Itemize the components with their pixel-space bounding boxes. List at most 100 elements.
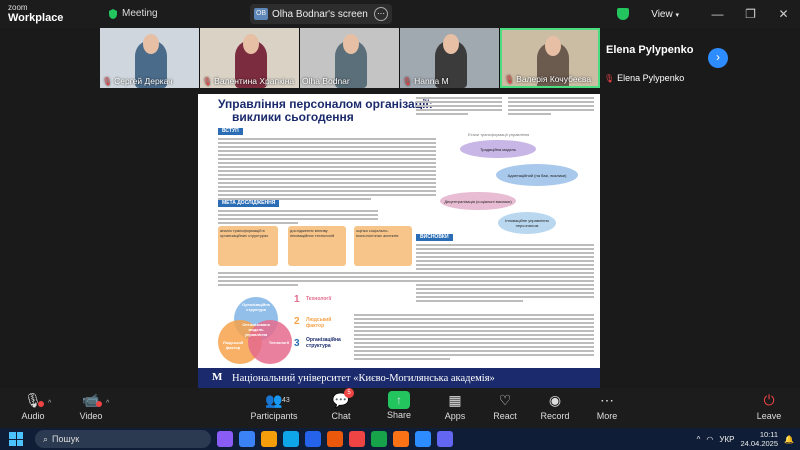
meeting-controls: 🎙 ^ Audio 📹 ^ Video 👥 43 Participants 💬 5 Ch…	[0, 388, 800, 428]
acrobat-icon[interactable]	[349, 431, 365, 447]
header-text-right	[508, 97, 594, 117]
active-speaker-name: Elena Pylypenko	[606, 44, 694, 56]
teams-icon[interactable]	[437, 431, 453, 447]
apps-icon: ▦	[448, 392, 462, 408]
goal-box-1-text: аналіз трансформацій в організаційних ст…	[220, 228, 269, 238]
apps-button[interactable]: ▦ Apps	[430, 390, 480, 421]
record-button[interactable]: ◉ Record	[530, 390, 580, 421]
view-button[interactable]: View ▾	[651, 9, 679, 20]
participant-name: 🎙 Сергей Деркач	[102, 76, 173, 86]
chrome-icon[interactable]	[393, 431, 409, 447]
flow-stage-1: Традиційна модель	[460, 140, 536, 158]
security-shield-icon[interactable]	[617, 8, 630, 20]
participant-head	[443, 34, 459, 54]
participant-tile[interactable]: 🎙 Hanna M	[400, 28, 500, 88]
video-caret-icon[interactable]: ^	[106, 394, 109, 414]
participant-head	[545, 36, 561, 56]
screen-share-indicator[interactable]: OB Olha Bodnar's screen ⋯	[250, 4, 392, 24]
taskbar-apps	[217, 431, 453, 447]
intro-text	[218, 138, 436, 202]
header-text-left	[416, 97, 502, 117]
windows-taskbar: ⌕ Пошук ^ ◠ УКР 10:11 24.04.2025 🔔	[0, 428, 800, 450]
participant-name: 🎙 Валентина Храпкіна	[202, 76, 294, 86]
participants-count: 43	[282, 397, 290, 404]
legend-3-text: Організаційна структура	[306, 337, 341, 349]
tray-chevron-icon[interactable]: ^	[697, 435, 701, 444]
references-text	[354, 314, 594, 362]
mic-muted-icon: 🎙	[402, 76, 413, 86]
goal-section-label: МЕТА ДОСЛІДЖЕННЯ	[218, 200, 280, 207]
close-button[interactable]: ✕	[767, 7, 800, 21]
video-button[interactable]: 📹 ^ Video	[66, 390, 116, 421]
venn-label-tech: Технології	[268, 340, 290, 345]
excel-icon[interactable]	[371, 431, 387, 447]
flow-stage-2: Адаптаційний (на базі, виклики)	[496, 164, 578, 186]
participants-button[interactable]: 👥 43 Participants	[246, 390, 302, 421]
windows-start-icon[interactable]	[9, 432, 23, 446]
more-button[interactable]: ⋯ More	[582, 390, 632, 421]
participant-head	[243, 34, 259, 54]
chat-button[interactable]: 💬 5 Chat	[316, 388, 366, 421]
active-speaker-subname: Elena Pylypenko	[617, 73, 685, 83]
more-dots-icon: ⋯	[600, 392, 614, 408]
leave-button[interactable]: ⏻ Leave	[744, 390, 794, 421]
title-bar: zoom Workplace Meeting OB Olha Bodnar's …	[0, 0, 800, 28]
goal-box-1: аналіз трансформацій в організаційних ст…	[218, 226, 278, 266]
shield-check-icon	[109, 8, 117, 19]
meeting-menu[interactable]: Meeting	[108, 8, 158, 19]
slide-title: Управління персоналом організації: викли…	[218, 98, 433, 124]
more-options-icon[interactable]: ⋯	[374, 7, 388, 21]
slide-title-line2: виклики сьогодення	[232, 110, 354, 124]
clock[interactable]: 10:11 24.04.2025	[740, 430, 778, 448]
react-label: React	[493, 411, 517, 421]
edge-icon[interactable]	[283, 431, 299, 447]
participant-name-label: Сергей Деркач	[114, 76, 173, 86]
mic-muted-icon: 🎙	[102, 76, 113, 86]
file-explorer-icon[interactable]	[261, 431, 277, 447]
maximize-button[interactable]: ❐	[734, 7, 767, 21]
wifi-icon[interactable]: ◠	[706, 435, 713, 444]
audio-button[interactable]: 🎙 ^ Audio	[8, 390, 58, 421]
search-icon: ⌕	[43, 433, 49, 444]
legend-3-number: 3	[294, 338, 300, 349]
goal-text	[218, 210, 378, 226]
venn-label-org: Організаційна структура	[242, 302, 270, 312]
next-page-button[interactable]: ›	[708, 48, 728, 68]
react-button[interactable]: ♡ React	[480, 390, 530, 421]
taskbar-search[interactable]: ⌕ Пошук	[35, 430, 211, 448]
mic-muted-icon: 🎙	[202, 76, 213, 86]
clock-time: 10:11	[759, 430, 779, 439]
notifications-icon[interactable]: 🔔	[784, 435, 794, 444]
share-button[interactable]: ↑ Share	[374, 390, 424, 420]
goal-box-2: дослідження впливу інноваційних технолог…	[288, 226, 346, 266]
flow-title: Етапи трансформації управління	[468, 132, 530, 137]
minimize-button[interactable]: —	[701, 7, 734, 21]
mic-muted-icon: 🎙	[604, 73, 615, 83]
slide-footer: M Національний університет «Києво-Могиля…	[198, 368, 600, 388]
more-label: More	[596, 411, 618, 421]
zoom-taskbar-icon[interactable]	[415, 431, 431, 447]
participant-tile[interactable]: 🎙 Валентина Храпкіна	[200, 28, 300, 88]
participant-tile[interactable]: 🎙 Сергей Деркач	[100, 28, 200, 88]
chat-label: Chat	[331, 411, 351, 421]
language-indicator[interactable]: УКР	[719, 435, 734, 444]
legend-2-number: 2	[294, 316, 300, 327]
share-label: Share	[386, 410, 412, 420]
zoom-logo: zoom Workplace	[8, 3, 63, 24]
task-view-icon[interactable]	[239, 431, 255, 447]
word-icon[interactable]	[305, 431, 321, 447]
footer-university-name: Національний університет «Києво-Могилянс…	[232, 372, 495, 384]
chat-unread-badge: 5	[344, 388, 354, 398]
participant-name-label: Hanna M	[414, 76, 449, 86]
copilot-icon[interactable]	[217, 431, 233, 447]
intro-section-label: ВСТУП	[218, 128, 243, 135]
participant-tile[interactable]: 🎙 Валерія Кочубеєва	[500, 28, 600, 88]
participants-icon: 👥	[265, 392, 283, 408]
findings-text	[416, 244, 594, 304]
participant-tile[interactable]: Olha Bodnar	[300, 28, 400, 88]
audio-caret-icon[interactable]: ^	[48, 394, 51, 414]
goal-box-3-text: оцінка соціально-психологічних аспектів	[356, 228, 399, 238]
powerpoint-icon[interactable]	[327, 431, 343, 447]
search-placeholder: Пошук	[52, 434, 80, 444]
venn-label-human: Людський фактор	[222, 340, 244, 350]
